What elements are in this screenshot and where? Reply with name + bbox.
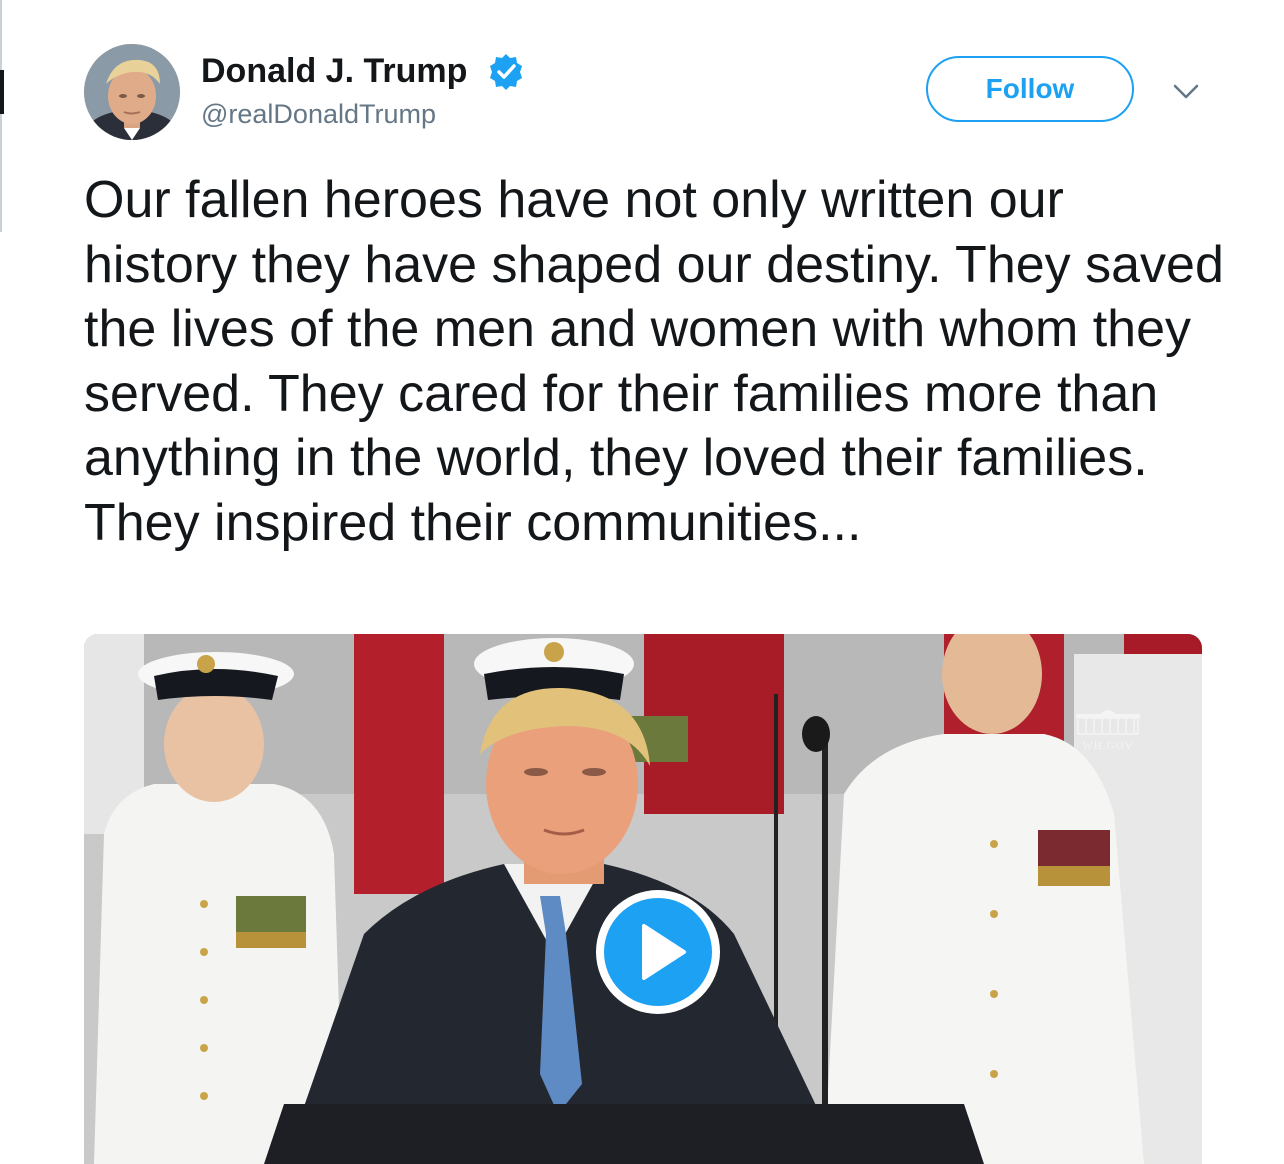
author-handle[interactable]: @realDonaldTrump <box>201 98 436 130</box>
chevron-down-icon[interactable] <box>1168 76 1204 106</box>
watermark: WH.GOV <box>1070 704 1146 756</box>
follow-button[interactable]: Follow <box>926 56 1134 122</box>
tweet-text: Our fallen heroes have not only written … <box>84 171 1224 552</box>
left-edge <box>0 0 6 1164</box>
tweet-page: Donald J. Trump @realDonaldTrump Follow … <box>0 0 1284 1164</box>
divider <box>0 0 2 232</box>
white-house-logo-icon <box>1076 710 1140 735</box>
video-player[interactable]: WH.GOV <box>84 634 1202 1164</box>
avatar-photo <box>84 44 180 140</box>
author-name[interactable]: Donald J. Trump <box>201 52 467 90</box>
edge-marker <box>0 70 4 114</box>
verified-badge-icon <box>490 54 522 90</box>
avatar[interactable] <box>84 44 180 140</box>
watermark-text: WH.GOV <box>1082 740 1134 752</box>
play-icon[interactable] <box>590 884 726 1020</box>
